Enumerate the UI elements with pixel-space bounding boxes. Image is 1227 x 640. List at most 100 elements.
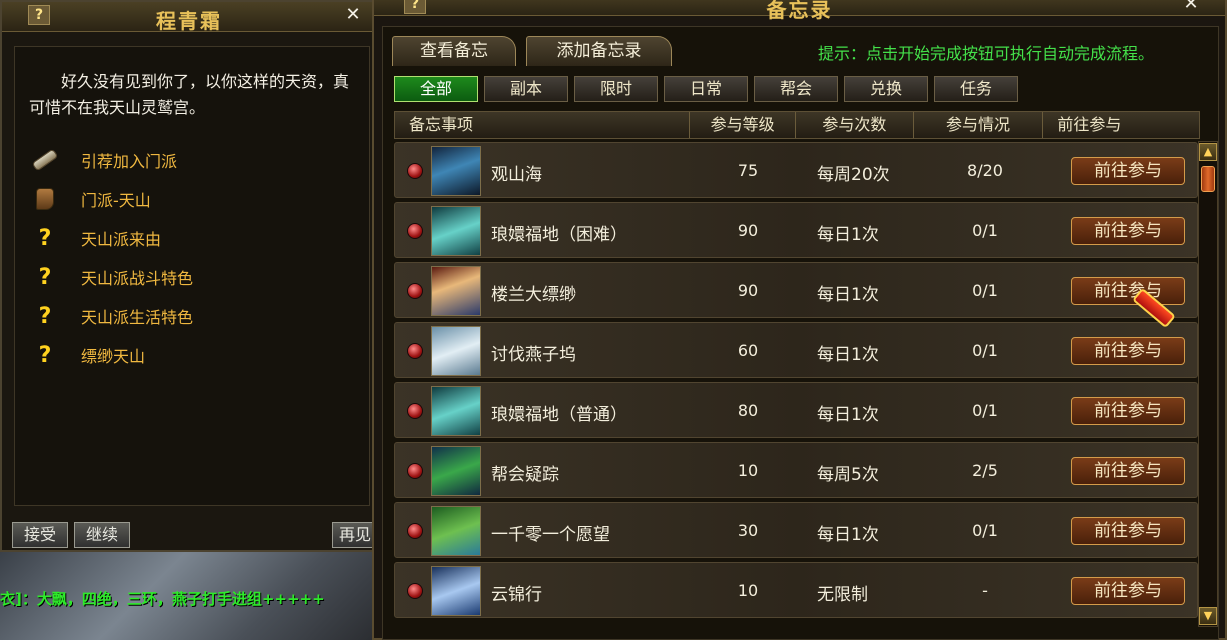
go-participate-button[interactable]: 前往参与 xyxy=(1071,217,1185,245)
table-row: 琅嬛福地（困难） 90 每日1次 0/1 前往参与 xyxy=(394,202,1198,258)
option-life-features[interactable]: ? 天山派生活特色 xyxy=(29,301,193,331)
row-status: 0/1 xyxy=(972,401,998,420)
col-header-item: 备忘事项 xyxy=(395,112,691,138)
go-participate-button[interactable]: 前往参与 xyxy=(1071,277,1185,305)
filter-tab-all[interactable]: 全部 xyxy=(394,76,478,102)
npc-dialog: ? 程青霜 ✕ 好久没有见到你了，以你这样的天资，真可惜不在我天山灵鹫宫。 引荐… xyxy=(0,0,380,552)
row-status: 0/1 xyxy=(972,521,998,540)
tab-add-memo[interactable]: 添加备忘录 xyxy=(526,36,672,66)
npc-close-button[interactable]: ✕ xyxy=(342,5,364,25)
row-name: 楼兰大缥缈 xyxy=(491,285,576,305)
row-name: 琅嬛福地（普通） xyxy=(491,405,627,425)
row-name: 一千零一个愿望 xyxy=(491,525,610,545)
question-icon: ? xyxy=(38,264,52,290)
row-times: 每日1次 xyxy=(817,285,879,305)
row-status: 8/20 xyxy=(967,161,1003,180)
scroll-up-button[interactable]: ▲ xyxy=(1199,143,1217,161)
activity-icon xyxy=(431,446,481,496)
chat-message: 衣]：大飘，四绝，三环，燕子打手进组+++++ xyxy=(0,590,325,608)
row-times: 无限制 xyxy=(817,585,868,605)
memo-scrollbar[interactable]: ▲ ▼ xyxy=(1198,141,1218,627)
row-times: 每周20次 xyxy=(817,165,890,185)
filter-tab-daily[interactable]: 日常 xyxy=(664,76,748,102)
table-row: 观山海 75 每周20次 8/20 前往参与 xyxy=(394,142,1198,198)
filter-tab-limited[interactable]: 限时 xyxy=(574,76,658,102)
row-status: 0/1 xyxy=(972,221,998,240)
option-label: 缥缈天山 xyxy=(81,347,146,366)
memo-close-button[interactable]: ✕ xyxy=(1180,0,1202,14)
row-level: 80 xyxy=(737,401,759,420)
row-level: 90 xyxy=(737,221,759,240)
option-recommend-join[interactable]: 引荐加入门派 xyxy=(29,145,177,175)
status-dot-icon xyxy=(407,223,423,239)
tab-view-memo[interactable]: 查看备忘 xyxy=(392,36,516,66)
option-combat-features[interactable]: ? 天山派战斗特色 xyxy=(29,262,193,292)
go-participate-button[interactable]: 前往参与 xyxy=(1071,157,1185,185)
row-name: 琅嬛福地（困难） xyxy=(491,225,627,245)
row-times: 每日1次 xyxy=(817,225,879,245)
row-name: 云锦行 xyxy=(491,585,542,605)
go-participate-button[interactable]: 前往参与 xyxy=(1071,337,1185,365)
col-header-times: 参与次数 xyxy=(796,112,914,138)
continue-button[interactable]: 继续 xyxy=(74,522,130,548)
activity-icon xyxy=(431,386,481,436)
option-piaomiao-tianshan[interactable]: ? 缥缈天山 xyxy=(29,340,145,370)
row-level: 10 xyxy=(737,461,759,480)
option-label: 天山派战斗特色 xyxy=(81,269,194,288)
status-dot-icon xyxy=(407,163,423,179)
option-label: 天山派来由 xyxy=(81,230,162,249)
scroll-thumb[interactable] xyxy=(1201,166,1215,192)
go-participate-button[interactable]: 前往参与 xyxy=(1071,517,1185,545)
status-dot-icon xyxy=(407,343,423,359)
activity-icon xyxy=(431,326,481,376)
col-header-level: 参与等级 xyxy=(690,112,797,138)
npc-button-row: 接受 继续 xyxy=(12,522,130,548)
status-dot-icon xyxy=(407,523,423,539)
table-row: 琅嬛福地（普通） 80 每日1次 0/1 前往参与 xyxy=(394,382,1198,438)
activity-icon xyxy=(431,266,481,316)
col-header-go: 前往参与 xyxy=(1043,112,1200,138)
row-times: 每日1次 xyxy=(817,525,879,545)
activity-icon xyxy=(431,146,481,196)
filter-tab-guild[interactable]: 帮会 xyxy=(754,76,838,102)
memo-title: 备忘录 xyxy=(766,0,833,22)
row-status: - xyxy=(982,581,988,600)
table-row: 讨伐燕子坞 60 每日1次 0/1 前往参与 xyxy=(394,322,1198,378)
row-times: 每周5次 xyxy=(817,465,879,485)
option-label: 引荐加入门派 xyxy=(81,152,178,171)
question-icon: ? xyxy=(38,225,52,251)
table-row: 帮会疑踪 10 每周5次 2/5 前往参与 xyxy=(394,442,1198,498)
option-label: 天山派生活特色 xyxy=(81,308,194,327)
option-sect-origin[interactable]: ? 天山派来由 xyxy=(29,223,161,253)
activity-icon xyxy=(431,506,481,556)
status-dot-icon xyxy=(407,583,423,599)
filter-tab-exchange[interactable]: 兑换 xyxy=(844,76,928,102)
status-dot-icon xyxy=(407,283,423,299)
row-level: 30 xyxy=(737,521,759,540)
go-participate-button[interactable]: 前往参与 xyxy=(1071,577,1185,605)
filter-tab-quest[interactable]: 任务 xyxy=(934,76,1018,102)
hint-text: 提示：点击开始完成按钮可执行自动完成流程。 xyxy=(818,44,1155,63)
table-row: 一千零一个愿望 30 每日1次 0/1 前往参与 xyxy=(394,502,1198,558)
filter-tab-dungeon[interactable]: 副本 xyxy=(484,76,568,102)
option-sect-tianshan[interactable]: 门派-天山 xyxy=(29,184,151,214)
go-participate-button[interactable]: 前往参与 xyxy=(1071,457,1185,485)
boot-icon xyxy=(29,185,61,213)
accept-button[interactable]: 接受 xyxy=(12,522,68,548)
activity-icon xyxy=(431,206,481,256)
row-status: 2/5 xyxy=(972,461,998,480)
table-header: 备忘事项 参与等级 参与次数 参与情况 前往参与 xyxy=(394,111,1200,139)
scroll-down-button[interactable]: ▼ xyxy=(1199,607,1217,625)
go-participate-button[interactable]: 前往参与 xyxy=(1071,397,1185,425)
question-icon: ? xyxy=(38,342,52,368)
activity-icon xyxy=(431,566,481,616)
npc-name: 程青霜 xyxy=(156,9,222,33)
memo-list: 观山海 75 每周20次 8/20 前往参与 琅嬛福地（困难） 90 每日1次 … xyxy=(394,140,1198,636)
table-row: 楼兰大缥缈 90 每日1次 0/1 前往参与 xyxy=(394,262,1198,318)
row-status: 0/1 xyxy=(972,281,998,300)
row-name: 帮会疑踪 xyxy=(491,465,559,485)
row-name: 讨伐燕子坞 xyxy=(491,345,576,365)
table-row: 云锦行 10 无限制 - 前往参与 xyxy=(394,562,1198,618)
row-status: 0/1 xyxy=(972,341,998,360)
filter-tabs: 全部 副本 限时 日常 帮会 兑换 任务 xyxy=(394,76,1018,102)
